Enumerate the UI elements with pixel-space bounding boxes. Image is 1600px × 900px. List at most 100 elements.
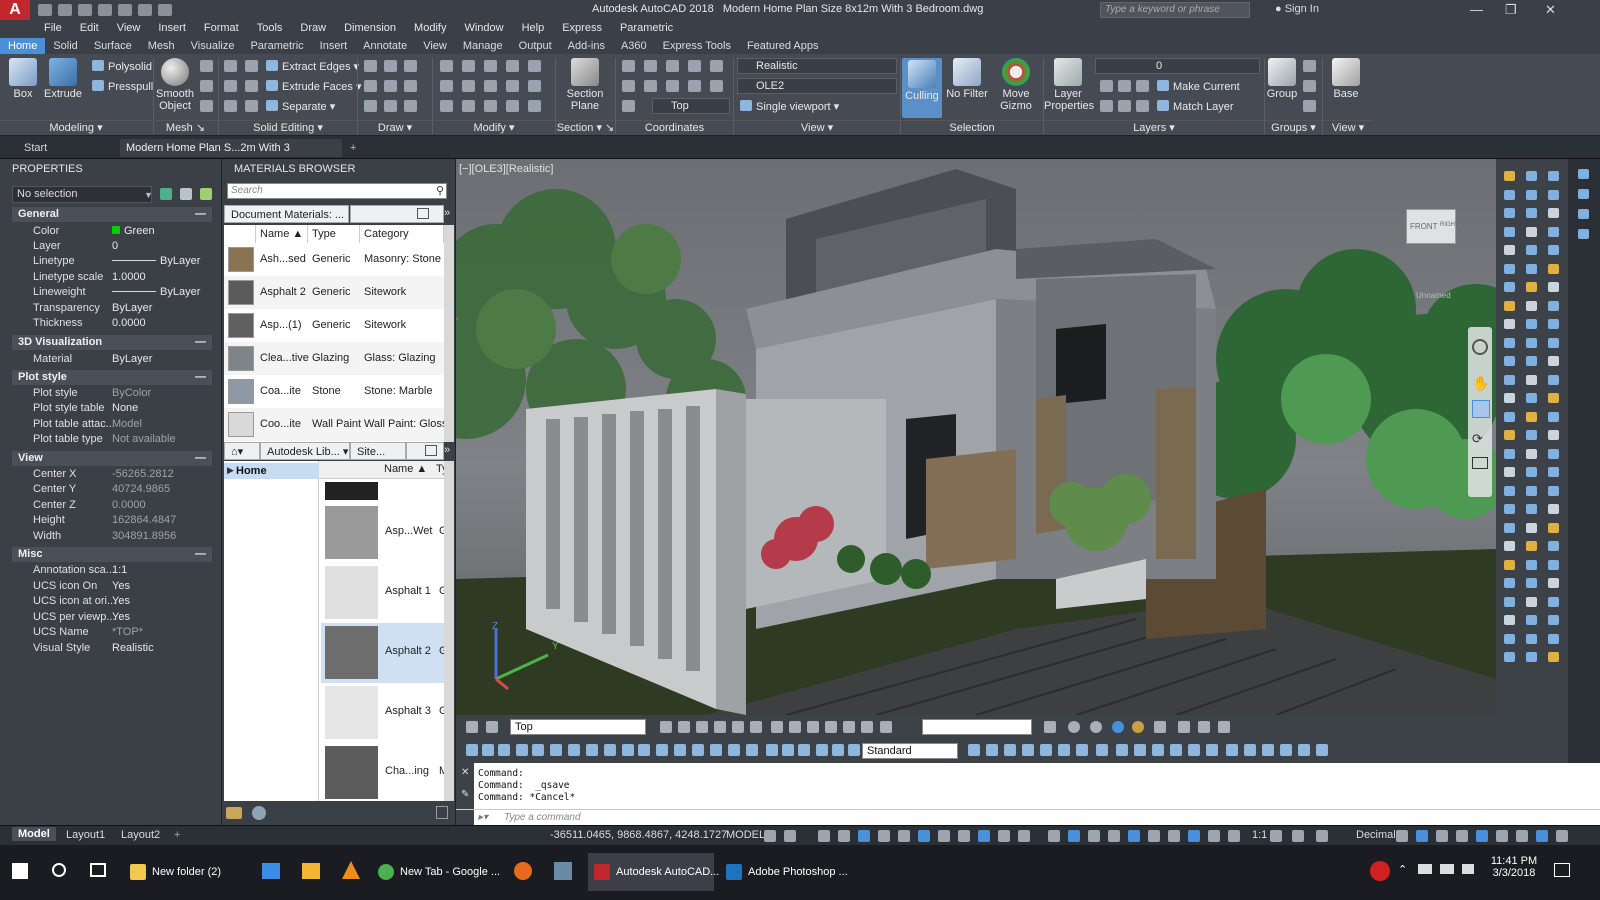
empty-dropdown[interactable]	[922, 719, 1032, 735]
drawing-viewport[interactable]: [−][OLE3][Realistic] Z Y FRONT RIGHT Unna…	[456, 159, 1496, 715]
dimension-tool-icon[interactable]	[848, 744, 860, 756]
tool-icon[interactable]	[1504, 356, 1515, 366]
dimension-tool-icon[interactable]	[1170, 744, 1182, 756]
material-editor-icon[interactable]	[436, 806, 448, 819]
groups-group-label[interactable]: Groups ▾	[1265, 120, 1322, 135]
status-toggle-icon[interactable]	[1436, 830, 1448, 842]
pickadd-icon[interactable]	[200, 188, 212, 200]
visual-style-icon[interactable]	[1068, 721, 1080, 733]
category-crumb[interactable]: Site...	[350, 442, 406, 460]
steering-wheel-icon[interactable]	[1472, 339, 1488, 355]
tool-icon[interactable]	[1548, 171, 1559, 181]
tab-a360[interactable]: A360	[613, 38, 655, 54]
property-row[interactable]: UCS icon at ori... Yes	[12, 594, 212, 609]
tool-icon[interactable]	[1548, 337, 1559, 348]
solid-edit-icon[interactable]	[224, 100, 237, 112]
view-tool-icon[interactable]	[678, 721, 690, 733]
property-row[interactable]: Transparency ByLayer	[12, 301, 212, 316]
separate-button[interactable]: Separate ▾	[266, 100, 335, 114]
viewport-config-button[interactable]: Single viewport ▾	[740, 100, 839, 114]
tool-icon[interactable]	[1526, 485, 1537, 496]
tool-icon[interactable]	[1548, 263, 1559, 274]
showmotion-icon[interactable]	[1472, 457, 1488, 469]
dimension-tool-icon[interactable]	[1134, 744, 1146, 756]
dimension-tool-icon[interactable]	[746, 744, 758, 756]
tab-home[interactable]: Home	[0, 38, 46, 54]
ucs-icon[interactable]	[688, 60, 701, 72]
search-icon[interactable]	[52, 863, 66, 877]
move-gizmo-button[interactable]: Move Gizmo	[993, 58, 1039, 112]
tool-icon[interactable]	[1526, 541, 1537, 551]
tool-icon[interactable]	[1548, 411, 1559, 422]
section-view[interactable]: View —	[12, 451, 212, 466]
network-icon[interactable]	[1418, 864, 1432, 874]
tool-icon[interactable]	[1548, 522, 1559, 533]
status-toggle-icon[interactable]	[1108, 830, 1120, 842]
match-layer-button[interactable]: Match Layer	[1157, 100, 1234, 114]
tab-active-document[interactable]: Modern Home Plan S...2m With 3 Bedroom ×	[120, 139, 342, 172]
zoom-icon[interactable]	[1472, 400, 1490, 418]
ucs-icon[interactable]	[710, 80, 723, 92]
dimension-tool-icon[interactable]	[710, 744, 722, 756]
tool-icon[interactable]	[1526, 245, 1537, 255]
property-row[interactable]: Height 162864.4847	[12, 513, 212, 528]
mesh-tool-icon[interactable]	[200, 80, 213, 92]
tab-layout2[interactable]: Layout2	[121, 829, 160, 841]
smooth-object-button[interactable]: Smooth Object	[152, 58, 198, 112]
wifi-icon[interactable]	[1440, 864, 1454, 874]
tool-icon[interactable]	[1504, 615, 1515, 625]
home-icon[interactable]: ⌂▾	[224, 442, 260, 460]
tool-icon[interactable]	[1526, 559, 1537, 570]
pan-icon[interactable]: ✋	[1472, 375, 1489, 391]
visual-style-icon[interactable]	[1090, 721, 1102, 733]
visual-style-dropdown[interactable]: Realistic	[737, 58, 897, 74]
tool-icon[interactable]	[1548, 504, 1559, 514]
table-row[interactable]: Coo...ite Wall Paint Wall Paint: Glossy	[224, 408, 453, 441]
modify-tool-icon[interactable]	[528, 60, 541, 72]
viewcube-right[interactable]: RIGHT	[1440, 222, 1459, 228]
tool-icon[interactable]	[1504, 578, 1515, 588]
view-toggle-icon[interactable]	[417, 208, 429, 219]
menu-file[interactable]: File	[35, 22, 71, 34]
tab-insert[interactable]: Insert	[312, 38, 356, 54]
open-icon[interactable]	[58, 4, 72, 16]
modify-group-label[interactable]: Modify ▾	[433, 120, 555, 135]
line-icon[interactable]	[364, 60, 377, 72]
status-toggle-icon[interactable]	[1556, 830, 1568, 842]
menu-express[interactable]: Express	[553, 22, 611, 34]
status-toggle-icon[interactable]	[838, 830, 850, 842]
tool-icon[interactable]	[1526, 208, 1537, 218]
column-type[interactable]: Type	[308, 225, 360, 243]
column-name[interactable]: Name ▲	[256, 225, 308, 243]
render-tool-icon[interactable]	[861, 721, 873, 733]
list-item[interactable]: Asphalt 2G	[321, 623, 448, 683]
tool-icon[interactable]	[1548, 356, 1559, 366]
ucs-menu[interactable]: Unnamed	[1416, 291, 1451, 300]
dimension-tool-icon[interactable]	[586, 744, 598, 756]
mesh-tool-icon[interactable]	[200, 100, 213, 112]
dimension-tool-icon[interactable]	[816, 744, 828, 756]
no-filter-button[interactable]: No Filter	[944, 58, 990, 100]
property-row[interactable]: Layer 0	[12, 239, 212, 254]
tool-icon[interactable]	[1548, 578, 1559, 588]
modify-tool-icon[interactable]	[484, 100, 497, 112]
clock[interactable]: 11:41 PM 3/3/2018	[1484, 855, 1544, 879]
group-tool-icon[interactable]	[1303, 60, 1316, 72]
viewcube[interactable]: FRONT RIGHT	[1406, 209, 1459, 244]
library-dropdown[interactable]: Autodesk Lib... ▾	[260, 442, 350, 460]
modify-tool-icon[interactable]	[484, 80, 497, 92]
property-row[interactable]: Linetype ByLayer	[12, 254, 212, 269]
tool-icon[interactable]	[1504, 596, 1515, 607]
tool-icon[interactable]	[1548, 541, 1559, 551]
render-tool-icon[interactable]	[789, 721, 801, 733]
modify-tool-icon[interactable]	[440, 60, 453, 72]
save-as-icon[interactable]	[98, 4, 112, 16]
save-icon[interactable]	[78, 4, 92, 16]
tool-icon[interactable]	[1548, 559, 1559, 570]
tool-icon[interactable]	[1504, 485, 1515, 496]
make-current-button[interactable]: Make Current	[1157, 80, 1240, 94]
draw-group-label[interactable]: Draw ▾	[358, 120, 432, 135]
tool-icon[interactable]	[1548, 282, 1559, 292]
library-folder-icon[interactable]	[226, 807, 242, 819]
status-toggle-icon[interactable]	[1018, 830, 1030, 842]
